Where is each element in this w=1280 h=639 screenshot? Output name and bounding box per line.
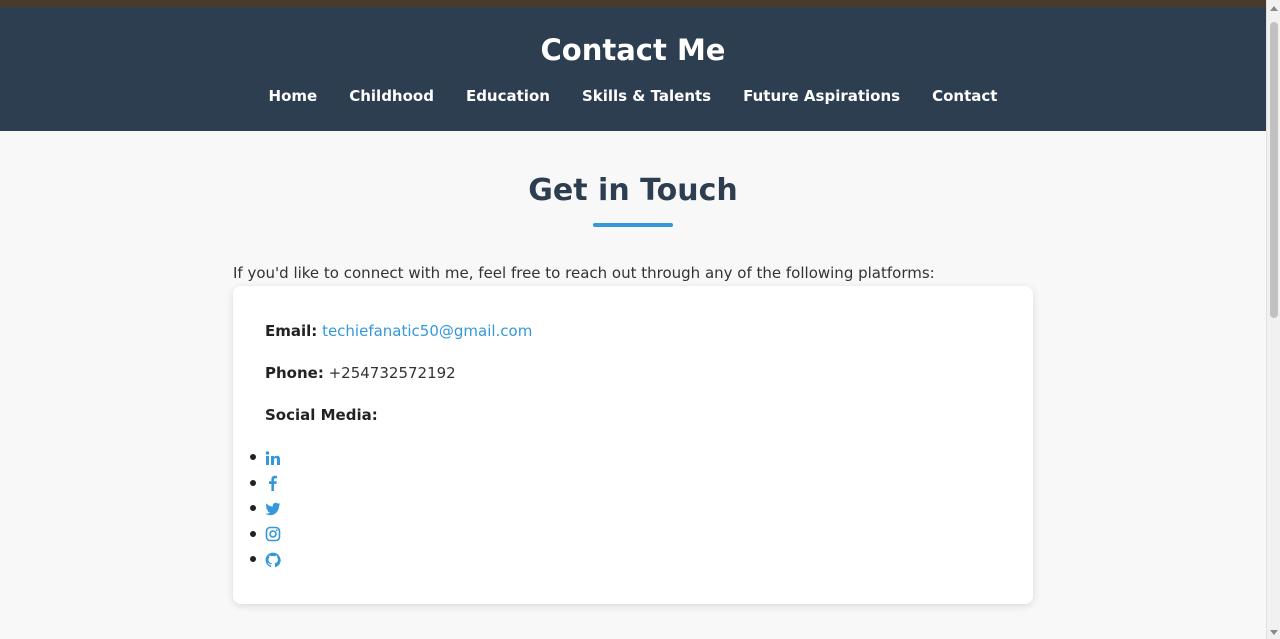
nav-future-aspirations[interactable]: Future Aspirations: [727, 86, 916, 106]
twitter-icon[interactable]: [265, 501, 281, 517]
social-label: Social Media:: [265, 406, 378, 424]
list-item: [250, 444, 1001, 470]
nav-skills-talents[interactable]: Skills & Talents: [566, 86, 727, 106]
contact-card: Email: techiefanatic50@gmail.com Phone: …: [233, 286, 1033, 604]
github-icon[interactable]: [265, 552, 281, 568]
phone-value: +254732572192: [328, 364, 456, 382]
social-row: Social Media:: [265, 404, 1001, 426]
list-item: [250, 546, 1001, 572]
facebook-icon[interactable]: [265, 475, 281, 491]
scroll-up-arrow-icon[interactable]: [1270, 6, 1278, 11]
nav-contact[interactable]: Contact: [916, 86, 1013, 106]
nav-childhood[interactable]: Childhood: [333, 86, 450, 106]
top-strip: [0, 0, 1266, 7]
title-underline: [593, 223, 673, 227]
intro-text: If you'd like to connect with me, feel f…: [233, 264, 935, 282]
list-item: [250, 521, 1001, 547]
email-label: Email:: [265, 322, 318, 340]
email-row: Email: techiefanatic50@gmail.com: [265, 320, 1001, 342]
instagram-icon[interactable]: [265, 526, 281, 542]
main-content: Get in Touch If you'd like to connect wi…: [233, 131, 1033, 604]
scroll-down-arrow-icon[interactable]: [1270, 630, 1278, 635]
list-item: [250, 470, 1001, 496]
main-nav: Home Childhood Education Skills & Talent…: [0, 86, 1266, 106]
vertical-scrollbar[interactable]: [1266, 0, 1280, 639]
nav-home[interactable]: Home: [253, 86, 334, 106]
social-list: [250, 444, 1001, 572]
list-item: [250, 495, 1001, 521]
section-title: Get in Touch: [528, 173, 738, 208]
phone-label: Phone:: [265, 364, 324, 382]
email-link[interactable]: techiefanatic50@gmail.com: [322, 322, 532, 340]
page-title: Contact Me: [540, 33, 726, 67]
linkedin-icon[interactable]: [265, 450, 281, 466]
scroll-thumb[interactable]: [1270, 22, 1278, 318]
nav-education[interactable]: Education: [450, 86, 566, 106]
site-header: Contact Me Home Childhood Education Skil…: [0, 7, 1266, 131]
phone-row: Phone: +254732572192: [265, 362, 1001, 384]
